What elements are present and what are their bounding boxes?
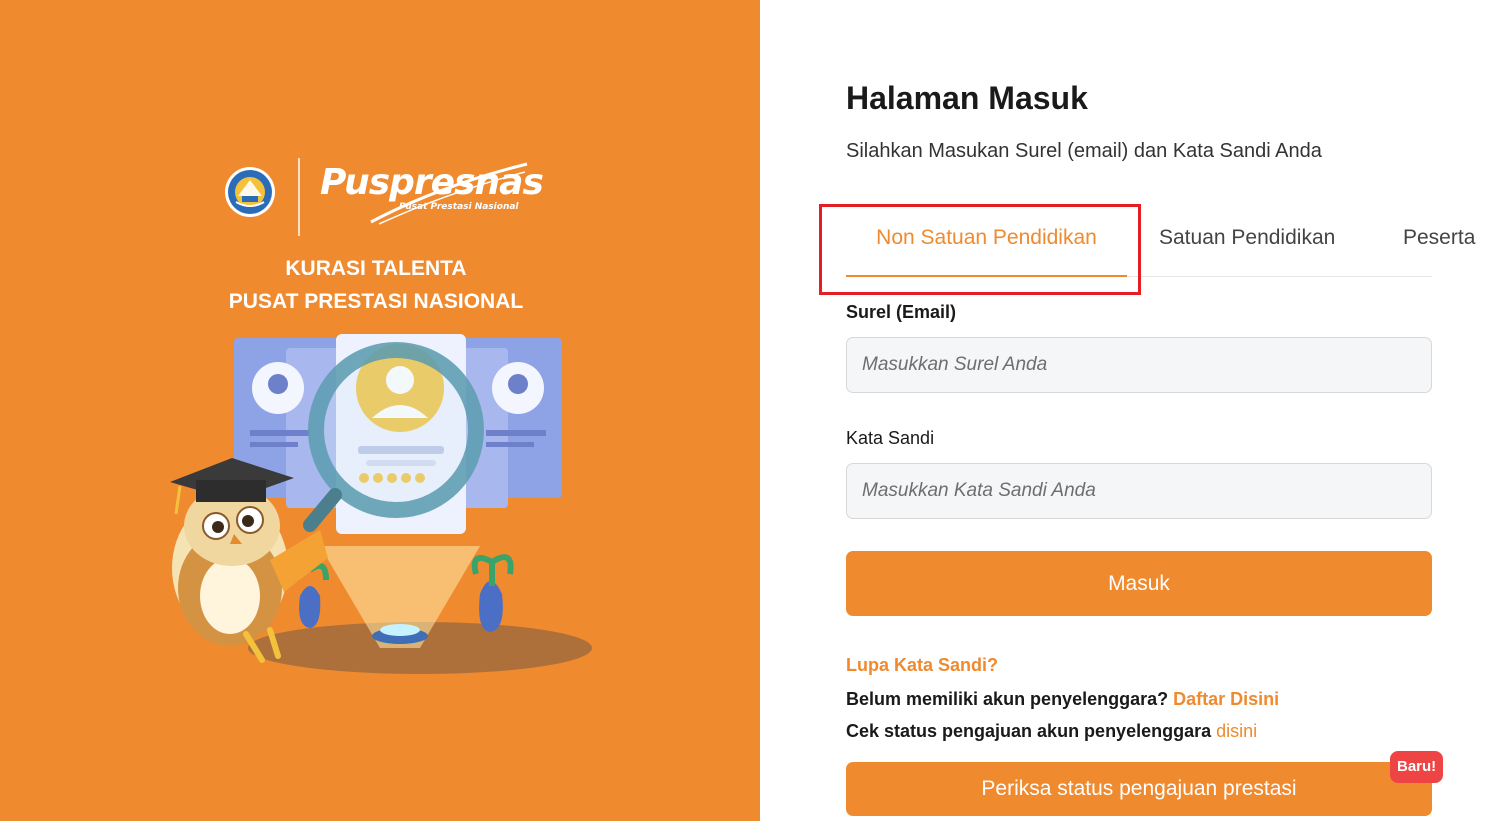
brand-logo: Puspresnas Pusat Prestasi Nasional bbox=[224, 158, 544, 236]
talent-curation-illustration bbox=[170, 334, 592, 674]
brand-name: Puspresnas bbox=[320, 162, 544, 203]
account-type-tabs: Non Satuan Pendidikan Satuan Pendidikan … bbox=[846, 208, 1475, 277]
email-label: Surel (Email) bbox=[846, 302, 957, 322]
tab-satuan-pendidikan[interactable]: Satuan Pendidikan bbox=[1159, 208, 1335, 277]
check-status-button[interactable]: Periksa status pengajuan prestasi bbox=[846, 762, 1432, 816]
page-title: Halaman Masuk bbox=[846, 80, 1088, 116]
tagline-line-2: PUSAT PRESTASI NASIONAL bbox=[228, 290, 524, 313]
login-button[interactable]: Masuk bbox=[846, 551, 1432, 616]
login-form-panel: Halaman Masuk Silahkan Masukan Surel (em… bbox=[760, 0, 1496, 821]
branding-panel: Puspresnas Pusat Prestasi Nasional KURAS… bbox=[0, 0, 760, 821]
forgot-password-link[interactable]: Lupa Kata Sandi? bbox=[846, 655, 998, 676]
tab-peserta[interactable]: Peserta bbox=[1403, 208, 1475, 277]
password-label: Kata Sandi bbox=[846, 428, 935, 448]
tagline-line-1: KURASI TALENTA bbox=[285, 257, 467, 280]
brand-subtitle: Pusat Prestasi Nasional bbox=[399, 202, 519, 212]
email-field[interactable] bbox=[846, 337, 1432, 393]
password-field[interactable] bbox=[846, 463, 1432, 519]
tab-non-satuan-pendidikan[interactable]: Non Satuan Pendidikan bbox=[846, 208, 1127, 277]
tut-wuri-handayani-emblem-icon bbox=[225, 167, 275, 217]
status-prompt: Cek status pengajuan akun penyelenggara bbox=[846, 721, 1212, 741]
register-line: Belum memiliki akun penyelenggara? Dafta… bbox=[846, 689, 1279, 710]
register-link[interactable]: Daftar Disini bbox=[1173, 689, 1279, 709]
new-badge: Baru! bbox=[1390, 751, 1444, 783]
status-link[interactable]: disini bbox=[1216, 721, 1257, 741]
logo-divider bbox=[298, 158, 300, 236]
page-subtitle: Silahkan Masukan Surel (email) dan Kata … bbox=[846, 140, 1322, 162]
status-line: Cek status pengajuan akun penyelenggara … bbox=[846, 721, 1257, 742]
register-prompt: Belum memiliki akun penyelenggara? bbox=[846, 689, 1169, 709]
